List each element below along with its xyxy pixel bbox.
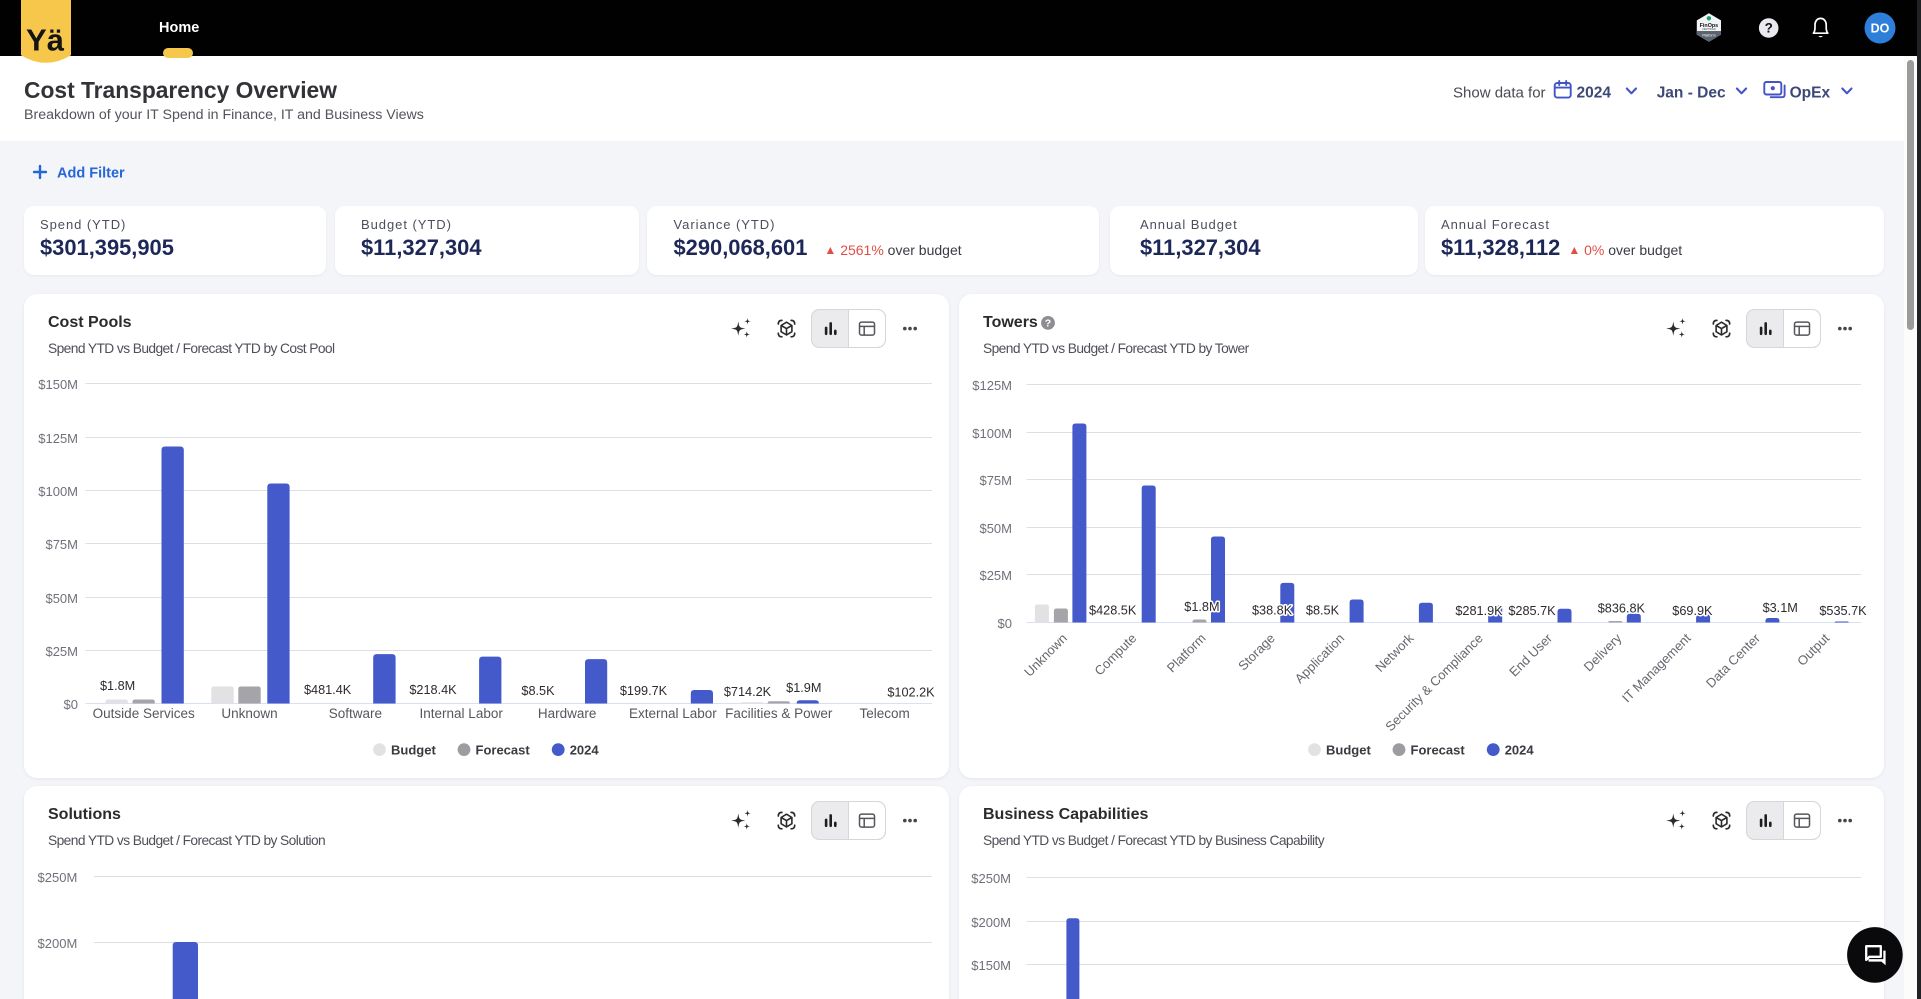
svg-text:$125M: $125M (38, 431, 78, 446)
svg-text:Compute: Compute (1091, 631, 1139, 679)
svg-text:$25M: $25M (45, 644, 78, 659)
svg-text:$75M: $75M (979, 473, 1012, 488)
svg-text:$100M: $100M (972, 426, 1012, 441)
svg-text:$200M: $200M (971, 915, 1011, 930)
svg-text:Internal Labor: Internal Labor (420, 706, 504, 721)
svg-text:$75M: $75M (45, 537, 78, 552)
svg-text:$199.7K: $199.7K (620, 684, 668, 698)
svg-text:$125M: $125M (972, 378, 1012, 393)
svg-text:$50M: $50M (979, 521, 1012, 536)
svg-text:Storage: Storage (1235, 631, 1278, 674)
svg-text:Network: Network (1372, 630, 1417, 675)
svg-text:$50M: $50M (45, 591, 78, 606)
svg-text:Budget: Budget (1326, 742, 1371, 757)
svg-text:$8.5K: $8.5K (1306, 604, 1340, 618)
svg-text:Delivery: Delivery (1581, 630, 1625, 674)
svg-text:2024: 2024 (1577, 85, 1612, 102)
svg-text:CERTIFIED: CERTIFIED (1702, 27, 1716, 31)
svg-text:$102.2K: $102.2K (887, 686, 935, 700)
svg-text:$38.8K: $38.8K (1252, 604, 1293, 618)
svg-text:$535.7K: $535.7K (1819, 604, 1867, 618)
svg-text:Unknown: Unknown (1021, 631, 1070, 680)
svg-text:Forecast: Forecast (476, 742, 531, 757)
svg-text:Show data for: Show data for (1453, 85, 1546, 102)
svg-text:$1.8M: $1.8M (100, 679, 135, 693)
svg-text:$218.4K: $218.4K (409, 683, 457, 697)
svg-text:$25M: $25M (979, 568, 1012, 583)
svg-text:Yä: Yä (26, 22, 65, 57)
svg-text:$481.4K: $481.4K (304, 683, 352, 697)
svg-text:External Labor: External Labor (629, 706, 717, 721)
svg-text:$250M: $250M (971, 871, 1011, 886)
svg-text:Telecom: Telecom (859, 706, 909, 721)
svg-text:Hardware: Hardware (538, 706, 597, 721)
svg-text:2024: 2024 (1505, 742, 1535, 757)
svg-text:$8.5K: $8.5K (521, 684, 555, 698)
svg-text:$836.8K: $836.8K (1598, 602, 1646, 616)
svg-text:$714.2K: $714.2K (724, 685, 772, 699)
svg-text:$200M: $200M (38, 936, 78, 951)
svg-text:Software: Software (329, 706, 382, 721)
svg-text:$0: $0 (64, 697, 78, 712)
svg-text:2024: 2024 (570, 742, 600, 757)
svg-text:$69.9K: $69.9K (1672, 604, 1713, 618)
svg-text:End User: End User (1506, 630, 1555, 679)
svg-text:Budget: Budget (391, 742, 436, 757)
svg-text:Platform: Platform (1164, 631, 1209, 676)
svg-text:Data Center: Data Center (1703, 630, 1764, 691)
svg-text:Facilities & Power: Facilities & Power (725, 706, 833, 721)
svg-text:$3.1M: $3.1M (1763, 601, 1798, 615)
svg-text:$100M: $100M (38, 484, 78, 499)
svg-text:$150M: $150M (38, 377, 78, 392)
svg-text:Unknown: Unknown (221, 706, 277, 721)
svg-text:Forecast: Forecast (1411, 742, 1466, 757)
svg-text:Output: Output (1794, 630, 1832, 668)
svg-text:Jan - Dec: Jan - Dec (1657, 85, 1726, 102)
svg-text:$428.5K: $428.5K (1089, 604, 1137, 618)
svg-text:Platform: Platform (1702, 34, 1715, 38)
svg-text:$1.8M: $1.8M (1184, 600, 1219, 614)
svg-text:$250M: $250M (38, 870, 78, 885)
svg-text:$285.7K: $285.7K (1508, 604, 1556, 618)
svg-text:Add Filter: Add Filter (57, 166, 125, 182)
svg-text:IT Management: IT Management (1619, 630, 1694, 705)
svg-text:$150M: $150M (971, 958, 1011, 973)
svg-text:Outside Services: Outside Services (93, 706, 195, 721)
svg-text:$0: $0 (998, 616, 1012, 631)
svg-text:Application: Application (1292, 631, 1348, 687)
svg-text:$1.9M: $1.9M (786, 681, 821, 695)
svg-text:OpEx: OpEx (1790, 85, 1831, 102)
svg-text:$281.9K: $281.9K (1455, 604, 1503, 618)
svg-text:DO: DO (1871, 21, 1890, 35)
svg-text:?: ? (1765, 21, 1773, 36)
